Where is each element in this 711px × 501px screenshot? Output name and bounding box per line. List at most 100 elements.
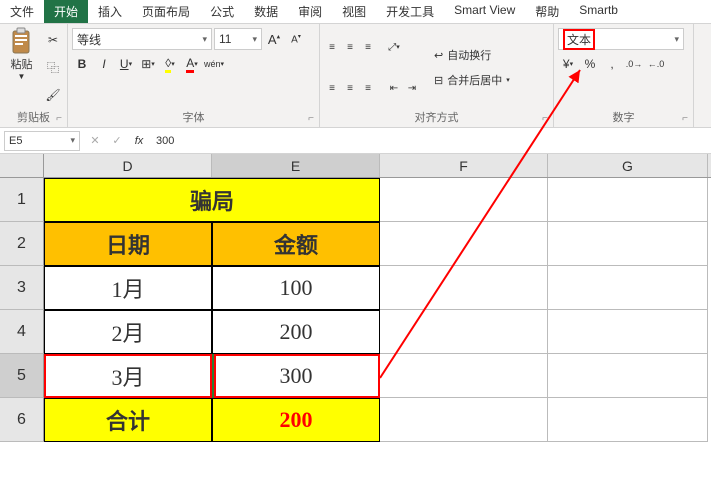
tab-insert[interactable]: 插入 <box>88 0 132 23</box>
cell-D1[interactable]: 骗局 <box>44 178 380 222</box>
cell-E6[interactable]: 200 <box>212 398 380 442</box>
cell-G4[interactable] <box>548 310 708 354</box>
cell-F4[interactable] <box>380 310 548 354</box>
cell-G3[interactable] <box>548 266 708 310</box>
underline-button[interactable]: U ▾ <box>116 54 136 74</box>
formula-value: 300 <box>156 135 174 147</box>
phonetic-icon: wén <box>204 59 221 69</box>
chevron-down-icon: ▼ <box>18 72 26 81</box>
font-dialog-launcher[interactable]: ⌐ <box>305 113 317 125</box>
wrap-icon: ↩ <box>434 49 443 62</box>
row-header-1[interactable]: 1 <box>0 178 44 222</box>
cell-F2[interactable] <box>380 222 548 266</box>
paste-button[interactable]: 粘贴 ▼ <box>4 28 39 107</box>
group-label-font: 字体 <box>72 107 315 127</box>
merge-center-button[interactable]: ⊟合并后居中 ▾ <box>430 69 514 91</box>
row-header-4[interactable]: 4 <box>0 310 44 354</box>
align-bottom-button[interactable]: ≡ <box>360 39 376 55</box>
cell-E3[interactable]: 100 <box>212 266 380 310</box>
cell-F1[interactable] <box>380 178 548 222</box>
indent-increase-button[interactable]: ⇥ <box>404 80 420 96</box>
cell-D2[interactable]: 日期 <box>44 222 212 266</box>
cell-G5[interactable] <box>548 354 708 398</box>
accept-formula-button[interactable]: ✓ <box>106 131 128 151</box>
align-dialog-launcher[interactable]: ⌐ <box>539 113 551 125</box>
tab-view[interactable]: 视图 <box>332 0 376 23</box>
chevron-down-icon: ▾ <box>674 34 679 45</box>
cell-D6[interactable]: 合计 <box>44 398 212 442</box>
tab-data[interactable]: 数据 <box>244 0 288 23</box>
format-painter-button[interactable]: 🖌 <box>43 85 63 105</box>
indent-decrease-button[interactable]: ⇤ <box>386 80 402 96</box>
row-header-3[interactable]: 3 <box>0 266 44 310</box>
bold-button[interactable]: B <box>72 54 92 74</box>
orientation-button[interactable]: ⤢▾ <box>386 39 402 55</box>
select-all-corner[interactable] <box>0 154 44 177</box>
indent-increase-icon: ⇥ <box>408 83 416 94</box>
col-header-F[interactable]: F <box>380 154 548 177</box>
font-size-combo[interactable]: 11▾ <box>214 28 262 50</box>
copy-icon: ⿻ <box>47 59 59 76</box>
align-top-button[interactable]: ≡ <box>324 39 340 55</box>
align-middle-button[interactable]: ≡ <box>342 39 358 55</box>
align-center-button[interactable]: ≡ <box>342 80 358 96</box>
row-header-6[interactable]: 6 <box>0 398 44 442</box>
number-dialog-launcher[interactable]: ⌐ <box>679 113 691 125</box>
align-right-icon: ≡ <box>365 83 371 94</box>
cell-G2[interactable] <box>548 222 708 266</box>
cell-F5[interactable] <box>380 354 548 398</box>
cell-G1[interactable] <box>548 178 708 222</box>
increase-decimal-button[interactable]: .0→ <box>624 54 644 74</box>
fill-color-button[interactable]: ◊ ▾ <box>160 54 180 74</box>
row-header-2[interactable]: 2 <box>0 222 44 266</box>
decrease-font-button[interactable]: A▾ <box>286 29 306 49</box>
tab-smartview[interactable]: Smart View <box>444 0 525 23</box>
cell-E4[interactable]: 200 <box>212 310 380 354</box>
cell-F3[interactable] <box>380 266 548 310</box>
cell-E5[interactable]: 300 <box>212 354 380 398</box>
name-box[interactable]: E5 ▾ <box>4 131 80 151</box>
comma-button[interactable]: , <box>602 54 622 74</box>
cell-G6[interactable] <box>548 398 708 442</box>
tab-home[interactable]: 开始 <box>44 0 88 23</box>
tab-formulas[interactable]: 公式 <box>200 0 244 23</box>
cell-F6[interactable] <box>380 398 548 442</box>
decrease-decimal-button[interactable]: ←.0 <box>646 54 666 74</box>
increase-decimal-icon: .0→ <box>626 59 643 69</box>
row-header-5[interactable]: 5 <box>0 354 44 398</box>
tab-review[interactable]: 审阅 <box>288 0 332 23</box>
font-color-button[interactable]: A ▾ <box>182 54 202 74</box>
number-format-value: 文本 <box>563 29 595 50</box>
align-left-button[interactable]: ≡ <box>324 80 340 96</box>
phonetic-button[interactable]: wén ▾ <box>204 54 224 74</box>
cell-D4[interactable]: 2月 <box>44 310 212 354</box>
formula-input[interactable]: 300 <box>150 131 711 151</box>
align-middle-icon: ≡ <box>347 42 353 53</box>
tab-layout[interactable]: 页面布局 <box>132 0 200 23</box>
copy-button[interactable]: ⿻ <box>43 57 63 77</box>
cancel-formula-button[interactable]: ✕ <box>84 131 106 151</box>
font-name-combo[interactable]: 等线▾ <box>72 28 212 50</box>
cell-D5[interactable]: 3月 <box>44 354 212 398</box>
tab-file[interactable]: 文件 <box>0 0 44 23</box>
cut-button[interactable]: ✂ <box>43 30 63 50</box>
tab-help[interactable]: 帮助 <box>525 0 569 23</box>
italic-button[interactable]: I <box>94 54 114 74</box>
accounting-format-button[interactable]: ¥▾ <box>558 54 578 74</box>
cell-E2[interactable]: 金额 <box>212 222 380 266</box>
col-header-E[interactable]: E <box>212 154 380 177</box>
clipboard-dialog-launcher[interactable]: ⌐ <box>53 113 65 125</box>
font-color-icon: A <box>186 56 194 73</box>
col-header-D[interactable]: D <box>44 154 212 177</box>
cell-D3[interactable]: 1月 <box>44 266 212 310</box>
percent-button[interactable]: % <box>580 54 600 74</box>
tab-smartb[interactable]: Smartb <box>569 0 628 23</box>
fx-button[interactable]: fx <box>128 131 150 151</box>
number-format-combo[interactable]: 文本 ▾ <box>558 28 684 50</box>
border-button[interactable]: ⊞ ▾ <box>138 54 158 74</box>
align-right-button[interactable]: ≡ <box>360 80 376 96</box>
tab-dev[interactable]: 开发工具 <box>376 0 444 23</box>
increase-font-button[interactable]: A▴ <box>264 29 284 49</box>
col-header-G[interactable]: G <box>548 154 708 177</box>
wrap-text-button[interactable]: ↩自动换行 <box>430 44 514 66</box>
